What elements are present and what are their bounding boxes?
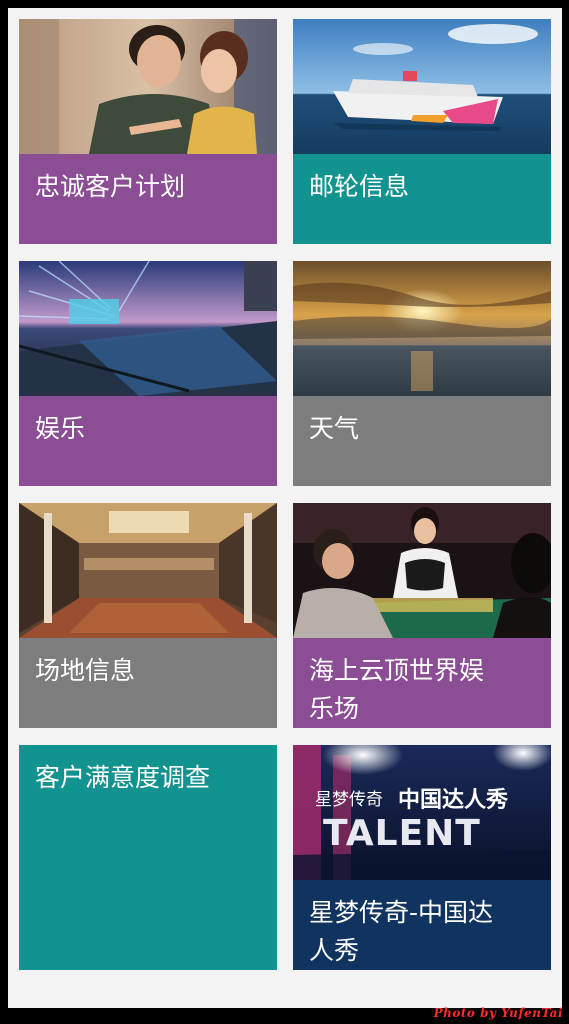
tile-label: 娱乐 — [35, 414, 86, 443]
tile-label: 海上云顶世界娱乐场 — [309, 656, 485, 723]
tile-label: 天气 — [309, 414, 360, 443]
tile-label: 星梦传奇-中国达人秀 — [309, 898, 494, 965]
tile-label: 邮轮信息 — [309, 172, 410, 201]
poster-title: 中国达人秀 — [398, 788, 508, 813]
tile-weather[interactable]: 天气 — [293, 261, 551, 486]
poster-brand: 星梦传奇 — [315, 790, 383, 810]
tile-venue-info[interactable]: 场地信息 — [19, 503, 277, 728]
tile-label: 场地信息 — [35, 656, 136, 685]
tile-casino[interactable]: 海上云顶世界娱乐场 — [293, 503, 551, 728]
cruise-ship-photo — [293, 19, 551, 154]
photo-watermark: Photo by YufenTai — [433, 1006, 563, 1020]
screen: 忠诚客户计划 邮轮信息 娱乐 天气 场地信息 海上云顶世界娱乐场 客户满意度调查… — [8, 8, 562, 1008]
couple-photo — [19, 19, 277, 154]
poster-logo: TALENT — [323, 813, 481, 854]
tile-label: 客户满意度调查 — [35, 763, 211, 792]
tile-talent-show[interactable]: 星梦传奇 中国达人秀 TALENT 星梦传奇-中国达人秀 — [293, 745, 551, 970]
tile-cruise-info[interactable]: 邮轮信息 — [293, 19, 551, 244]
casino-dealer-photo — [293, 503, 551, 638]
tile-label: 忠诚客户计划 — [35, 172, 186, 201]
pool-deck-photo — [19, 261, 277, 396]
ballroom-photo — [19, 503, 277, 638]
tile-customer-survey[interactable]: 客户满意度调查 — [19, 745, 277, 970]
tile-loyalty-program[interactable]: 忠诚客户计划 — [19, 19, 277, 244]
tile-entertainment[interactable]: 娱乐 — [19, 261, 277, 486]
sunset-sea-photo — [293, 261, 551, 396]
talent-show-poster: 星梦传奇 中国达人秀 TALENT — [293, 745, 551, 880]
